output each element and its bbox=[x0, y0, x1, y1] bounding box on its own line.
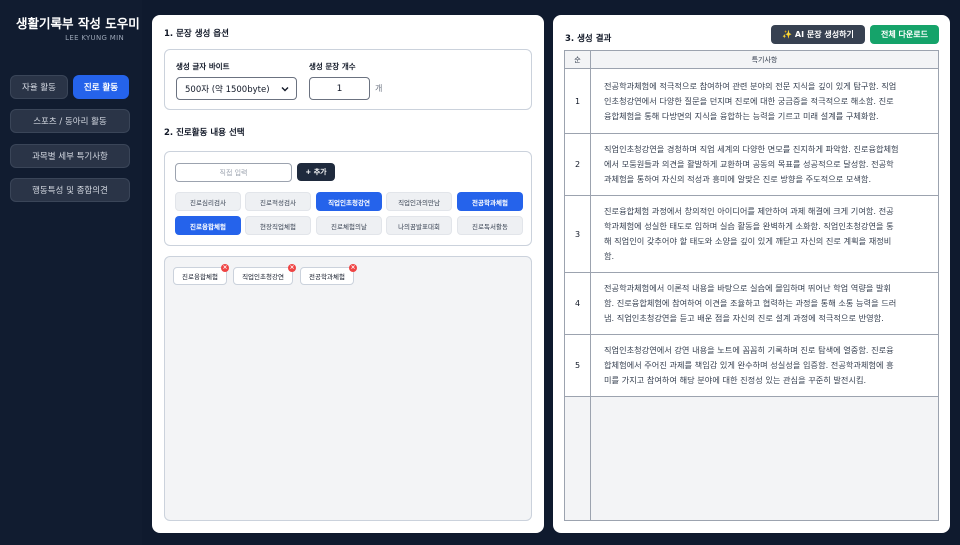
chip-job-meeting[interactable]: 직업인과의만남 bbox=[386, 192, 452, 211]
tab-autonomous[interactable]: 자율 활동 bbox=[10, 75, 68, 99]
table-row: 1 전공학과체험에 적극적으로 참여하여 관련 분야의 전문 지식을 깊이 있게… bbox=[565, 69, 938, 134]
options-section-title: 1. 문장 생성 옵션 bbox=[164, 29, 229, 39]
sidebar: 생활기록부 작성 도우미 LEE KYUNG MIN 자율 활동 진로 활동 스… bbox=[0, 0, 142, 545]
chip-job-lecture[interactable]: 직업인초청강연 bbox=[316, 192, 382, 211]
row-text-line: 해 직업인이 갖추어야 할 태도와 소양을 깊이 있게 깨닫고 자신의 진로 계… bbox=[604, 236, 892, 246]
chevron-down-icon bbox=[281, 87, 289, 92]
ai-generate-button[interactable]: ✨ AI 문장 생성하기 bbox=[771, 25, 865, 44]
count-input[interactable]: 1 bbox=[309, 77, 370, 100]
row-text: 직업인초청강연에서 강연 내용을 노트에 꼼꼼히 기록하며 진로 탐색에 열중함… bbox=[591, 335, 938, 396]
row-text-line: 함. 진로융합체험에 참여하여 이견을 조율하고 협력하는 과정을 통해 소통 … bbox=[604, 298, 897, 308]
row-number: 5 bbox=[565, 335, 591, 396]
selected-activities-area: 진로융합체험 × 직업인초청강연 × 전공학과체험 × bbox=[164, 256, 532, 521]
row-text-line: 합체험에서 주어진 과제를 책임감 있게 완수하며 성실성을 입증함. 전공학과… bbox=[604, 360, 894, 370]
results-section-title: 3. 생성 결과 bbox=[565, 34, 612, 44]
row-text-line: 직업인초청강연에서 강연 내용을 노트에 꼼꼼히 기록하며 진로 탐색에 열중함… bbox=[604, 345, 894, 355]
row-number: 4 bbox=[565, 273, 591, 334]
sidebar-item-sports-club[interactable]: 스포츠 / 동아리 활동 bbox=[10, 109, 130, 133]
row-text: 전공학과체험에서 이론적 내용을 바탕으로 실습에 몰입하며 뛰어난 학업 역량… bbox=[591, 273, 938, 334]
row-text: 직업인초청강연을 경청하며 직업 세계의 다양한 면모를 진지하게 파악함. 진… bbox=[591, 134, 938, 195]
row-text-line: 직업인초청강연을 경청하며 직업 세계의 다양한 면모를 진지하게 파악함. 진… bbox=[604, 144, 899, 154]
table-row: 3 진로융합체험 과정에서 창의적인 아이디어를 제안하여 과제 해결에 크게 … bbox=[565, 196, 938, 273]
row-number: 3 bbox=[565, 196, 591, 272]
results-panel: 3. 생성 결과 ✨ AI 문장 생성하기 전체 다운로드 순 특기사항 1 전… bbox=[553, 15, 950, 533]
row-text-line: 전공학과체험에 적극적으로 참여하여 관련 분야의 전문 지식을 깊이 있게 탐… bbox=[604, 80, 897, 91]
row-text-line: 함. bbox=[604, 251, 615, 261]
table-row: 5 직업인초청강연에서 강연 내용을 노트에 꼼꼼히 기록하며 진로 탐색에 열… bbox=[565, 335, 938, 397]
row-text-line: 에서 모둠원들과 의견을 활발하게 교환하며 공동의 목표를 성공적으로 달성함… bbox=[604, 159, 894, 169]
row-text-line: 과체험을 통하여 자신의 적성과 흥미에 알맞은 진로 방향을 주도적으로 모색… bbox=[604, 174, 872, 184]
remove-icon[interactable]: × bbox=[221, 264, 229, 272]
activity-section-title: 2. 진로활동 내용 선택 bbox=[164, 128, 245, 138]
row-text-line: 학과체험에 성실한 태도로 임하며 실습 활동을 완벽하게 소화함. 직업인초청… bbox=[604, 221, 894, 231]
chip-field-job-experience[interactable]: 현장직업체험 bbox=[245, 216, 311, 235]
byte-select-value: 500자 (약 1500byte) bbox=[185, 84, 270, 95]
app-author: LEE KYUNG MIN bbox=[65, 34, 124, 42]
chip-career-day[interactable]: 진로체험의날 bbox=[316, 216, 382, 235]
row-text-line: 미를 가지고 참여하여 해당 분야에 대한 진정성 있는 관심을 꾸준히 발전시… bbox=[604, 375, 867, 385]
count-label: 생성 문장 개수 bbox=[309, 62, 356, 71]
options-box: 생성 글자 바이트 500자 (약 1500byte) 생성 문장 개수 1 개 bbox=[164, 49, 532, 110]
selected-chip: 전공학과체험 bbox=[300, 267, 354, 285]
empty-number-column bbox=[565, 397, 591, 520]
byte-select[interactable]: 500자 (약 1500byte) bbox=[176, 77, 297, 100]
row-text-line: 냄. 직업인초청강연을 듣고 배운 점을 자신의 진로 설계 과정에 적극적으로… bbox=[604, 313, 884, 323]
app-title: 생활기록부 작성 도우미 bbox=[16, 16, 140, 31]
column-header-number: 순 bbox=[565, 51, 591, 69]
row-text-line: 인초청강연에서 다양한 질문을 던지며 진로에 대한 궁금증을 적극적으로 해소… bbox=[604, 95, 894, 106]
table-row: 4 전공학과체험에서 이론적 내용을 바탕으로 실습에 몰입하며 뛰어난 학업 … bbox=[565, 273, 938, 335]
row-number: 1 bbox=[565, 69, 591, 133]
sidebar-item-subject-details[interactable]: 과목별 세부 특기사항 bbox=[10, 144, 130, 168]
table-row: 2 직업인초청강연을 경청하며 직업 세계의 다양한 면모를 진지하게 파악함.… bbox=[565, 134, 938, 196]
results-table: 순 특기사항 1 전공학과체험에 적극적으로 참여하여 관련 분야의 전문 지식… bbox=[564, 50, 939, 521]
column-header-remarks: 특기사항 bbox=[591, 51, 938, 69]
add-activity-button[interactable]: + 추가 bbox=[297, 163, 335, 181]
options-panel: 1. 문장 생성 옵션 생성 글자 바이트 500자 (약 1500byte) … bbox=[152, 15, 544, 533]
chip-major-experience[interactable]: 전공학과체험 bbox=[457, 192, 523, 211]
selected-chip: 진로융합체험 bbox=[173, 267, 227, 285]
row-text-line: 전공학과체험에서 이론적 내용을 바탕으로 실습에 몰입하며 뛰어난 학업 역량… bbox=[604, 283, 892, 293]
chip-dream-presentation[interactable]: 나의꿈발표대회 bbox=[386, 216, 452, 235]
chip-convergence-experience[interactable]: 진로융합체험 bbox=[175, 216, 241, 235]
remove-icon[interactable]: × bbox=[288, 264, 296, 272]
sidebar-item-behavior-opinion[interactable]: 행동특성 및 종합의견 bbox=[10, 178, 130, 202]
selected-chip: 직업인초청강연 bbox=[233, 267, 293, 285]
row-text: 전공학과체험에 적극적으로 참여하여 관련 분야의 전문 지식을 깊이 있게 탐… bbox=[591, 69, 938, 133]
row-text-line: 진로융합체험 과정에서 창의적인 아이디어를 제안하여 과제 해결에 크게 기여… bbox=[604, 206, 894, 216]
byte-label: 생성 글자 바이트 bbox=[176, 62, 230, 71]
chip-career-reading[interactable]: 진로독서활동 bbox=[457, 216, 523, 235]
row-text-line: 융합체험을 통해 다방면의 지식을 융합하는 능력을 기르고 미래 설계를 구체… bbox=[604, 110, 879, 121]
remove-icon[interactable]: × bbox=[349, 264, 357, 272]
activity-box: 직접 입력 + 추가 진로심리검사 진로적성검사 직업인초청강연 직업인과의만남… bbox=[164, 151, 532, 246]
tab-career[interactable]: 진로 활동 bbox=[73, 75, 129, 99]
count-unit: 개 bbox=[375, 84, 383, 93]
download-all-button[interactable]: 전체 다운로드 bbox=[870, 25, 939, 44]
chip-career-psych-test[interactable]: 진로심리검사 bbox=[175, 192, 241, 211]
chip-career-aptitude-test[interactable]: 진로적성검사 bbox=[245, 192, 311, 211]
row-text: 진로융합체험 과정에서 창의적인 아이디어를 제안하여 과제 해결에 크게 기여… bbox=[591, 196, 938, 272]
custom-activity-input[interactable]: 직접 입력 bbox=[175, 163, 292, 182]
row-number: 2 bbox=[565, 134, 591, 195]
